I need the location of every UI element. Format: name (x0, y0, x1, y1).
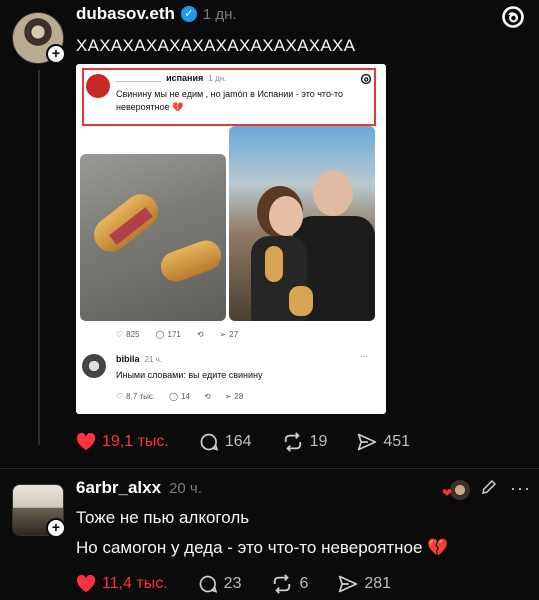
embed-time: 1 дн. (208, 74, 227, 83)
comment-username[interactable]: 6arbr_alxx (76, 478, 161, 498)
embed-repost: ⟲ (197, 330, 204, 339)
heart-outline-icon: ♡ (116, 392, 124, 401)
comment-button[interactable]: 164 (199, 432, 252, 452)
comment-icon: ◯ (155, 330, 165, 339)
comment-icon (200, 433, 219, 451)
post-header: dubasov.eth ✓ 1 дн. (76, 4, 237, 24)
embed-reply-likes: ♡ 8.7 тыс. (116, 392, 155, 401)
embed-shares: ➢ 27 (220, 330, 239, 339)
sandwich-shape-3 (265, 246, 283, 282)
embed-reply-more-icon: ··· (360, 352, 368, 361)
embed-reply-shares: ➢ 28 (225, 392, 244, 401)
comment-repost-count: 6 (299, 575, 309, 592)
embed-shares-count: 27 (229, 330, 239, 339)
embed-reply-comments-count: 14 (181, 392, 191, 401)
embed-avatar (86, 74, 110, 98)
comment-icon (199, 575, 217, 593)
embed-username: _________ (116, 73, 162, 83)
more-options-icon[interactable]: ··· (510, 478, 531, 499)
embed-comments-count: 171 (167, 330, 181, 339)
embed-reply-stats: ♡ 8.7 тыс. ◯ 14 ⟲ ➢ 28 (116, 392, 243, 401)
photo-couple (229, 126, 375, 321)
repost-icon (284, 432, 301, 452)
person-woman (269, 196, 303, 236)
embed-reply-comments: ◯ 14 (169, 392, 190, 401)
comment-like-button[interactable]: 11,4 тыс. (76, 575, 168, 593)
embed-reply-avatar (82, 354, 106, 378)
repost-button[interactable]: 19 (282, 432, 328, 452)
post-text: ХАХАХАХАХАХАХАХАХАХАХАХА (76, 36, 356, 55)
comment-reply-button[interactable]: 23 (198, 574, 242, 594)
comment-like-count: 11,4 тыс. (102, 575, 168, 592)
edit-pencil-icon[interactable] (480, 478, 500, 498)
comment-header: 6arbr_alxx 20 ч. (76, 478, 202, 498)
comment-repost-button[interactable]: 6 (271, 574, 308, 594)
share-icon: ➢ (219, 330, 227, 339)
embed-reply-time: 21 ч. (144, 355, 163, 364)
verified-badge-icon: ✓ (180, 6, 197, 22)
comment-actions: 11,4 тыс. 23 6 281 (76, 574, 391, 594)
share-icon (358, 433, 377, 451)
embed-text: Свинину мы не едим , но jamón в Испании … (116, 89, 343, 112)
post-actions: 19,1 тыс. 164 19 451 (76, 432, 410, 452)
divider (0, 468, 539, 469)
embed-reply-text: Иными словами: вы едите свинину (116, 370, 263, 380)
post-time: 1 дн. (202, 5, 237, 23)
comment-follow-plus-icon[interactable]: + (46, 518, 66, 538)
comment-share-count: 281 (364, 575, 392, 592)
share-icon (339, 575, 358, 593)
threads-logo-icon[interactable] (500, 4, 526, 30)
repost-icon (274, 574, 291, 594)
thread-line (38, 70, 40, 445)
comment-share-button[interactable]: 281 (338, 574, 391, 594)
embed-reply-likes-count: 8.7 тыс. (126, 392, 156, 401)
embed-threads-icon (360, 72, 372, 85)
comment-author-avatar-small (450, 480, 470, 500)
sandwich-shape-4 (289, 286, 313, 316)
embed-likes: ♡ 825 (116, 330, 140, 339)
comment-line-1: Тоже не пью алкоголь (76, 508, 250, 527)
embed-country: испания (166, 73, 204, 83)
embed-reply-repost: ⟲ (204, 392, 211, 401)
embed-reply-username: bibila (116, 354, 140, 364)
person-man (313, 170, 353, 216)
share-icon: ➢ (224, 392, 232, 401)
share-count: 451 (383, 433, 411, 450)
like-button[interactable]: 19,1 тыс. (76, 433, 169, 451)
follow-plus-icon[interactable]: + (46, 44, 66, 64)
comment-time: 20 ч. (169, 479, 202, 497)
embed-stats: ♡ 825 ◯ 171 ⟲ ➢ 27 (116, 330, 238, 339)
embed-header: _________ испания 1 дн. (116, 73, 226, 83)
embed-likes-count: 825 (126, 330, 140, 339)
like-count: 19,1 тыс. (102, 433, 169, 450)
embedded-screenshot[interactable]: _________ испания 1 дн. Свинину мы не ед… (76, 64, 386, 414)
heart-filled-icon (76, 433, 96, 451)
embed-reply-shares-count: 28 (234, 392, 244, 401)
heart-outline-icon: ♡ (116, 330, 124, 339)
photo-jamon-sandwich (80, 154, 226, 321)
comment-line-2: Но самогон у деда - это что-то невероятн… (76, 538, 449, 557)
repost-count: 19 (309, 433, 328, 450)
comment-icon: ◯ (169, 392, 179, 401)
share-button[interactable]: 451 (357, 432, 410, 452)
comment-reply-count: 23 (223, 575, 242, 592)
embed-comments: ◯ 171 (156, 330, 181, 339)
repost-icon: ⟲ (204, 392, 211, 401)
liked-by-author-heart-icon: ❤ (442, 486, 453, 500)
embed-reply-header: bibila 21 ч. (116, 354, 162, 364)
heart-filled-icon (76, 575, 96, 593)
post-username[interactable]: dubasov.eth (76, 4, 175, 24)
sandwich-shape-2 (156, 236, 226, 286)
repost-icon: ⟲ (196, 330, 204, 339)
comment-count: 164 (224, 433, 252, 450)
